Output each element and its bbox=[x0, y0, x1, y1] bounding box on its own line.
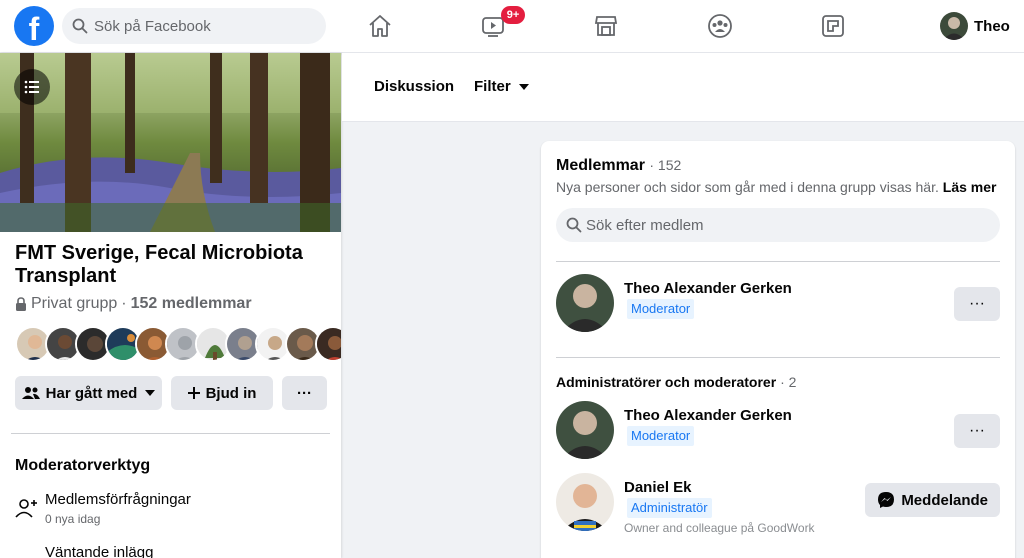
caret-down-icon bbox=[518, 83, 529, 90]
sidebar-divider bbox=[11, 433, 330, 434]
more-dots-icon: ··· bbox=[969, 295, 985, 312]
tab-filter[interactable]: Filter bbox=[474, 78, 529, 95]
tab-label: Filter bbox=[474, 78, 511, 95]
members-count: · 152 bbox=[649, 157, 682, 173]
group-member-count[interactable]: 152 medlemmar bbox=[131, 295, 252, 313]
tool-item-label: Medlemsförfrågningar bbox=[45, 491, 191, 508]
messenger-icon bbox=[878, 492, 895, 508]
member-more-button[interactable]: ··· bbox=[954, 414, 1000, 448]
member-request-icon bbox=[15, 499, 37, 518]
member-row-admin: Daniel Ek Administratör Owner and collea… bbox=[556, 473, 1000, 535]
group-sidebar: FMT Sverige, Fecal Microbiota Transplant… bbox=[0, 53, 341, 558]
facebook-search-input[interactable] bbox=[94, 8, 314, 44]
avatar bbox=[940, 12, 968, 40]
plus-icon bbox=[187, 387, 200, 399]
group-title[interactable]: FMT Sverige, Fecal Microbiota Transplant bbox=[15, 242, 315, 288]
avatar[interactable] bbox=[556, 401, 614, 459]
role-badge: Moderator bbox=[627, 299, 695, 319]
marketplace-icon bbox=[594, 16, 618, 36]
group-more-button[interactable]: ··· bbox=[282, 376, 327, 410]
invite-label: Bjud in bbox=[205, 384, 257, 402]
people-icon bbox=[21, 387, 40, 399]
tool-item-label: Väntande inlägg bbox=[45, 544, 154, 558]
member-row-you: Theo Alexander Gerken Moderator ··· bbox=[556, 274, 1000, 334]
member-name[interactable]: Theo Alexander Gerken bbox=[624, 407, 792, 424]
avatar bbox=[315, 326, 341, 362]
role-badge: Moderator bbox=[627, 426, 695, 446]
gaming-nav[interactable] bbox=[813, 10, 853, 42]
groups-nav[interactable] bbox=[700, 10, 740, 42]
list-icon bbox=[24, 80, 39, 94]
moderator-tools-title: Moderatorverktyg bbox=[15, 457, 151, 474]
profile-shortcut[interactable]: Theo bbox=[940, 12, 1010, 40]
tab-label: Diskussion bbox=[374, 78, 455, 95]
joined-label: Har gått med bbox=[45, 384, 138, 402]
caret-down-icon bbox=[145, 390, 156, 396]
meta-separator: · bbox=[121, 295, 127, 312]
members-description: Nya personer och sidor som går med i den… bbox=[556, 179, 1006, 195]
search-icon bbox=[72, 18, 88, 34]
members-card: Medlemmar · 152 Nya personer och sidor s… bbox=[541, 141, 1015, 558]
watch-notification-badge: 9+ bbox=[501, 6, 525, 24]
read-more-link[interactable]: Läs mer bbox=[943, 179, 997, 195]
member-name[interactable]: Daniel Ek bbox=[624, 479, 692, 496]
member-name[interactable]: Theo Alexander Gerken bbox=[624, 280, 792, 297]
member-search-input[interactable] bbox=[586, 208, 986, 242]
role-badge: Administratör bbox=[627, 498, 712, 518]
card-divider bbox=[556, 261, 1000, 262]
facebook-search-box[interactable] bbox=[62, 8, 326, 44]
card-divider bbox=[556, 357, 1000, 358]
invite-button[interactable]: Bjud in bbox=[171, 376, 273, 410]
group-meta: Privat grupp · 152 medlemmar bbox=[15, 295, 252, 313]
joined-button[interactable]: Har gått med bbox=[15, 376, 162, 410]
home-icon bbox=[369, 15, 391, 37]
group-tabs: Diskussion Filter bbox=[342, 53, 1024, 122]
admins-count: · 2 bbox=[780, 374, 797, 390]
tool-item-subtext: 0 nya idag bbox=[45, 512, 101, 526]
group-cover-photo[interactable] bbox=[0, 53, 341, 232]
gaming-icon bbox=[822, 15, 844, 37]
member-avatar-stack[interactable] bbox=[15, 326, 341, 362]
more-dots-icon: ··· bbox=[969, 422, 985, 439]
more-dots-icon: ··· bbox=[297, 384, 312, 402]
profile-name: Theo bbox=[974, 17, 1010, 35]
admins-section-title: Administratörer och moderatorer · 2 bbox=[556, 374, 796, 390]
top-navigation-bar: f 9+ Theo bbox=[0, 0, 1024, 53]
group-actions: Har gått med Bjud in ··· bbox=[15, 376, 327, 410]
member-note: Owner and colleague på GoodWork bbox=[624, 521, 815, 535]
member-search-box[interactable] bbox=[556, 208, 1000, 242]
members-description-text: Nya personer och sidor som går med i den… bbox=[556, 179, 939, 195]
home-nav[interactable] bbox=[360, 10, 400, 42]
admins-title-text: Administratörer och moderatorer bbox=[556, 374, 777, 390]
members-title-text: Medlemmar bbox=[556, 157, 645, 174]
search-icon bbox=[566, 217, 582, 233]
group-privacy: Privat grupp bbox=[31, 295, 118, 312]
groups-icon bbox=[708, 14, 732, 38]
facebook-logo-icon[interactable]: f bbox=[14, 6, 54, 46]
message-label: Meddelande bbox=[901, 491, 988, 509]
message-button[interactable]: Meddelande bbox=[865, 483, 1000, 517]
tab-discussion[interactable]: Diskussion bbox=[374, 78, 454, 95]
avatar[interactable] bbox=[556, 473, 614, 531]
member-more-button[interactable]: ··· bbox=[954, 287, 1000, 321]
marketplace-nav[interactable] bbox=[586, 10, 626, 42]
avatar[interactable] bbox=[556, 274, 614, 332]
members-title: Medlemmar · 152 bbox=[556, 157, 681, 175]
member-row-admin: Theo Alexander Gerken Moderator ··· bbox=[556, 401, 1000, 461]
lock-icon bbox=[16, 297, 26, 311]
group-menu-button[interactable] bbox=[14, 69, 50, 105]
